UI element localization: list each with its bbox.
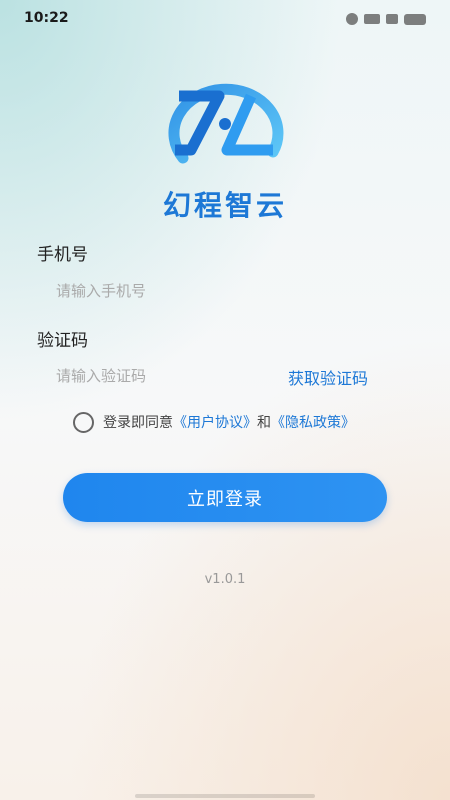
phone-label: 手机号	[37, 245, 88, 265]
code-input[interactable]	[38, 360, 278, 392]
signal-icon	[364, 14, 380, 24]
agreement-prefix: 登录即同意	[103, 415, 173, 431]
home-indicator	[135, 794, 315, 798]
phone-input[interactable]	[38, 275, 278, 307]
zl-logo-icon	[168, 83, 284, 164]
agreement-row: 登录即同意 《用户协议》 和 《隐私政策》	[73, 410, 355, 434]
agreement-radio[interactable]	[73, 411, 94, 433]
login-button[interactable]: 立即登录	[63, 473, 387, 522]
agreement-and: 和	[257, 415, 271, 431]
status-bar: 10:22	[0, 0, 450, 36]
privacy-policy-link[interactable]: 《隐私政策》	[271, 412, 355, 432]
get-code-button[interactable]: 获取验证码	[288, 365, 368, 389]
app-name: 幻程智云	[162, 189, 287, 222]
status-time: 10:22	[24, 10, 69, 26]
user-agreement-link[interactable]: 《用户协议》	[173, 412, 257, 432]
alarm-icon	[346, 13, 358, 25]
version-label: v1.0.1	[204, 572, 246, 587]
code-label: 验证码	[37, 331, 88, 351]
status-icons	[346, 12, 426, 26]
battery-icon	[404, 13, 426, 25]
wifi-icon	[386, 14, 398, 24]
